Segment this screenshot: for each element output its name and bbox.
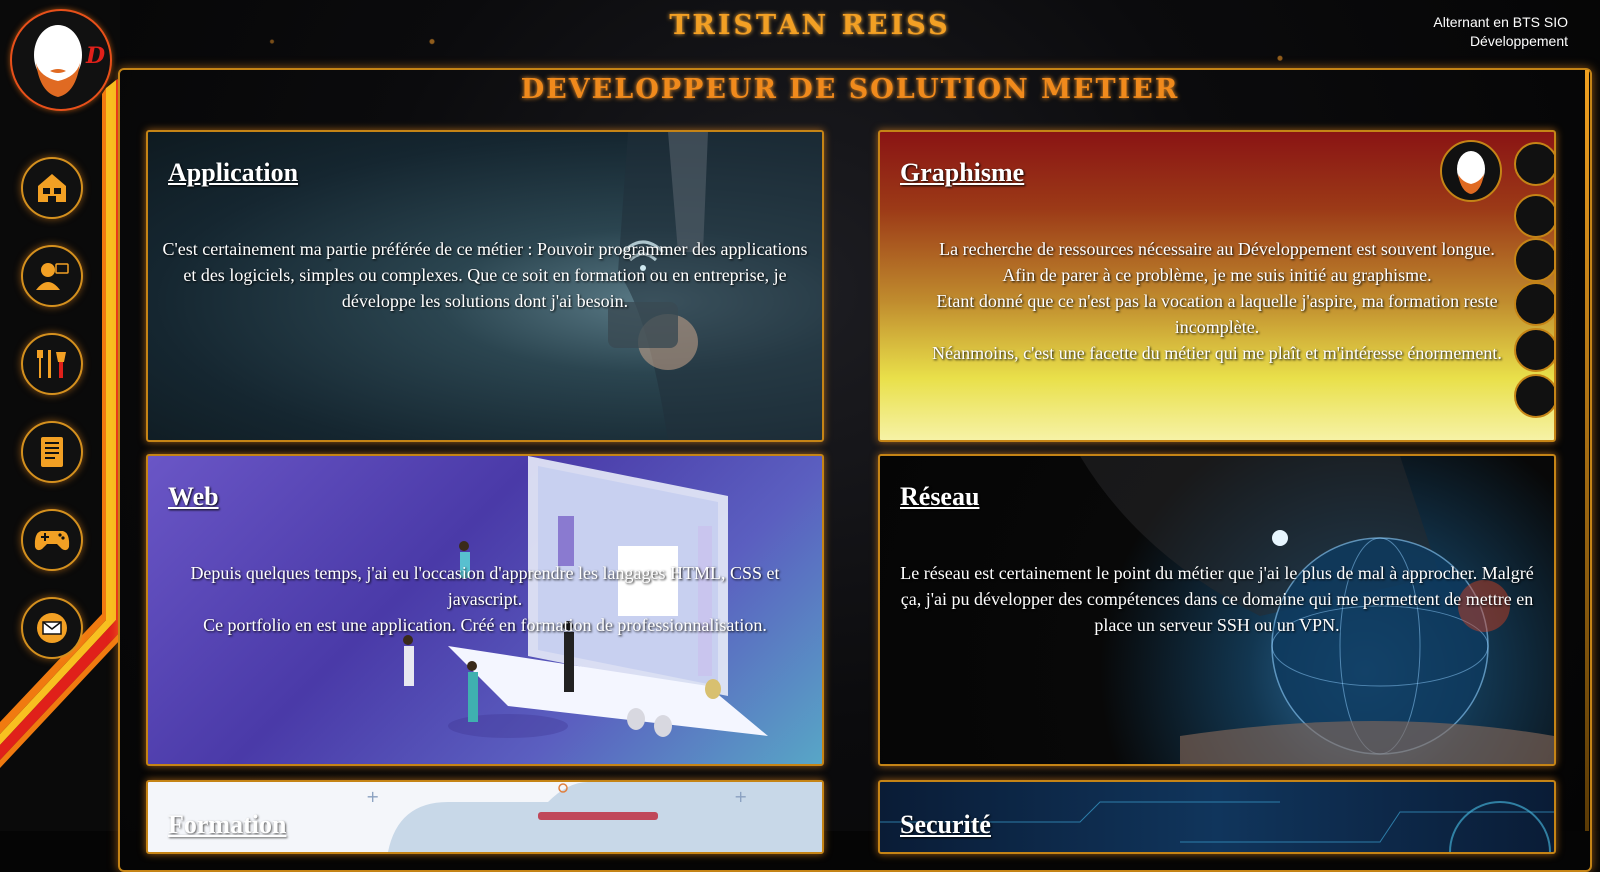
- card-graphisme[interactable]: Graphisme La recherche de ressources néc…: [878, 130, 1556, 442]
- card-application-text: C'est certainement ma partie préférée de…: [160, 236, 810, 314]
- header-status: Alternant en BTS SIO Développement: [1433, 13, 1568, 51]
- mail-icon: [37, 613, 67, 643]
- logo-avatar[interactable]: D: [10, 9, 112, 111]
- mini-home-icon: [1514, 142, 1554, 186]
- mini-gamepad-icon: [1514, 374, 1554, 418]
- card-text-line: Le réseau est certainement le point du m…: [900, 563, 1534, 635]
- nav-home-button[interactable]: [21, 157, 83, 219]
- svg-text:+: +: [734, 787, 747, 806]
- bald-head-logo-icon: [1457, 151, 1485, 194]
- svg-text:D: D: [85, 43, 105, 69]
- card-text-line: Etant donné que ce n'est pas la vocation…: [936, 291, 1498, 337]
- mini-document-icon: [1514, 194, 1554, 238]
- page-title: DEVELOPPEUR DE SOLUTION METIER: [520, 74, 1180, 105]
- card-text-line: Néanmoins, c'est une facette du métier q…: [932, 343, 1502, 363]
- home-icon: [38, 174, 66, 202]
- sidebar: D: [0, 0, 120, 831]
- card-web-title[interactable]: Web: [168, 482, 219, 512]
- nav-games-button[interactable]: [21, 509, 83, 571]
- card-web-text: Depuis quelques temps, j'ai eu l'occasio…: [160, 560, 810, 638]
- frame-edge: [1585, 70, 1589, 831]
- svg-text:+: +: [366, 787, 379, 806]
- card-text-line: Ce portfolio en est une application. Cré…: [203, 615, 767, 635]
- card-securite-title[interactable]: Securité: [900, 810, 991, 840]
- food-icon: [37, 350, 66, 378]
- card-securite[interactable]: Securité: [878, 780, 1556, 854]
- sidebar-stripes: [0, 78, 120, 768]
- card-web[interactable]: Web Depuis quelques temps, j'ai eu l'occ…: [146, 454, 824, 766]
- nav-contact-button[interactable]: [21, 597, 83, 659]
- nav-food-button[interactable]: [21, 333, 83, 395]
- card-reseau-title[interactable]: Réseau: [900, 482, 979, 512]
- profile-icon: [36, 263, 69, 290]
- card-reseau-text: Le réseau est certainement le point du m…: [892, 560, 1542, 638]
- card-text-line: Depuis quelques temps, j'ai eu l'occasio…: [190, 563, 780, 609]
- card-application[interactable]: Application C'est certainement ma partie…: [146, 130, 824, 442]
- gamepad-icon: [34, 531, 70, 551]
- card-text-line: C'est certainement ma partie préférée de…: [162, 239, 808, 311]
- card-text-line: Afin de parer à ce problème, je me suis …: [1002, 265, 1432, 285]
- mini-logo-avatar: [1440, 140, 1502, 202]
- header-status-line: Alternant en BTS SIO: [1433, 14, 1568, 30]
- nav-profile-button[interactable]: [21, 245, 83, 307]
- header-status-line: Développement: [1469, 33, 1568, 49]
- card-graphisme-text: La recherche de ressources nécessaire au…: [892, 236, 1542, 366]
- card-reseau[interactable]: Réseau Le réseau est certainement le poi…: [878, 454, 1556, 766]
- card-application-title[interactable]: Application: [168, 158, 298, 188]
- card-text-line: La recherche de ressources nécessaire au…: [939, 239, 1495, 259]
- bald-head-logo-icon: D: [34, 25, 105, 97]
- site-title: TRISTAN REISS: [669, 10, 951, 41]
- card-graphisme-title[interactable]: Graphisme: [900, 158, 1024, 188]
- card-formation-title[interactable]: Formation: [168, 810, 286, 840]
- nav-document-button[interactable]: [21, 421, 83, 483]
- document-icon: [41, 437, 63, 467]
- card-formation[interactable]: + + Formation: [146, 780, 824, 854]
